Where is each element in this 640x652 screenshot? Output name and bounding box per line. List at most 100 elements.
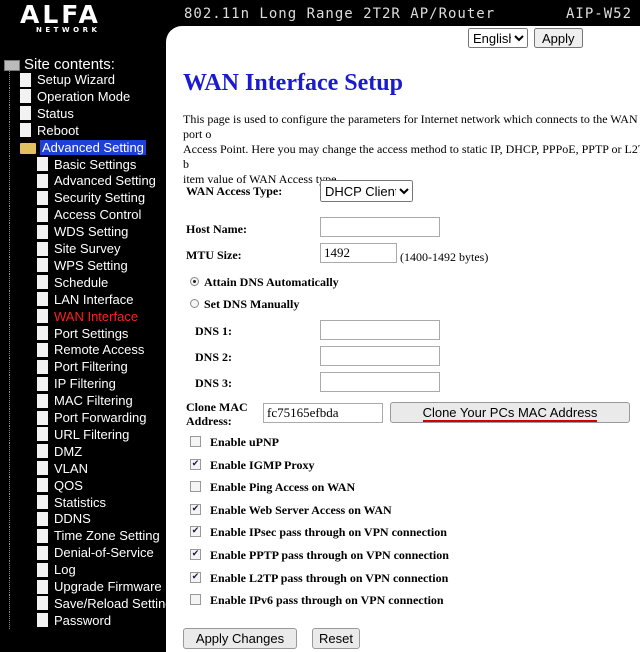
- tree-connector: [9, 510, 11, 528]
- sidebar-item[interactable]: Denial-of-Service: [9, 544, 154, 562]
- sidebar-item-label: WDS Setting: [54, 224, 129, 240]
- sidebar-item[interactable]: Schedule: [9, 273, 108, 291]
- sidebar-item-label: DMZ: [54, 443, 83, 459]
- clone-mac-input[interactable]: fc75165efbda: [263, 403, 383, 423]
- tree-connector: [9, 121, 11, 139]
- document-icon: [37, 359, 48, 374]
- sidebar-item[interactable]: Remote Access: [9, 341, 144, 359]
- language-apply-button[interactable]: Apply: [534, 28, 583, 48]
- sidebar-item[interactable]: DMZ: [9, 442, 83, 460]
- option-checkbox[interactable]: [190, 594, 201, 606]
- sidebar-item[interactable]: Port Forwarding: [9, 409, 147, 426]
- option-checkbox[interactable]: ✔: [190, 549, 201, 560]
- sidebar-item[interactable]: WPS Setting: [9, 256, 128, 274]
- dns-manual-label: Set DNS Manually: [204, 297, 300, 311]
- option-checkbox-label: Enable Ping Access on WAN: [210, 480, 356, 495]
- option-checkbox[interactable]: [190, 481, 201, 493]
- tree-connector: [9, 425, 11, 443]
- tree-connector: [9, 290, 11, 308]
- description-line-1: This page is used to configure the param…: [183, 112, 638, 141]
- dns1-input[interactable]: [320, 320, 440, 340]
- sidebar-item-label: Reboot: [37, 122, 79, 138]
- sidebar-item[interactable]: Time Zone Setting: [9, 527, 160, 545]
- sidebar-item[interactable]: LAN Interface: [9, 290, 134, 308]
- tree-connector: [9, 358, 11, 376]
- sidebar-item[interactable]: Log: [9, 561, 76, 579]
- dns2-input[interactable]: [320, 346, 440, 366]
- document-icon: [37, 224, 48, 239]
- option-checkbox[interactable]: ✔: [190, 526, 201, 538]
- document-icon: [37, 596, 48, 611]
- document-icon: [37, 173, 48, 188]
- mtu-size-label: MTU Size:: [186, 248, 242, 262]
- dns1-label: DNS 1:: [195, 324, 233, 338]
- sidebar-item[interactable]: Advanced Setting: [9, 172, 156, 190]
- sidebar-item-label: Advanced Setting: [40, 139, 146, 155]
- sidebar-item-label: Time Zone Setting: [54, 528, 160, 544]
- sidebar-item[interactable]: Security Setting: [9, 189, 146, 207]
- dns2-label: DNS 2:: [195, 350, 233, 364]
- host-name-input[interactable]: [320, 217, 440, 237]
- document-icon: [37, 495, 48, 510]
- language-select[interactable]: English: [468, 28, 528, 48]
- sidebar-item[interactable]: Setup Wizard: [9, 71, 115, 88]
- sidebar-item-label: Port Forwarding: [54, 410, 147, 425]
- tree-connector: [9, 240, 11, 257]
- document-icon: [37, 427, 48, 442]
- tree-connector: [9, 71, 11, 88]
- sidebar-item[interactable]: Reboot: [9, 121, 79, 139]
- document-icon: [37, 190, 48, 205]
- option-checkbox[interactable]: ✔: [190, 458, 201, 470]
- tree-connector: [9, 476, 11, 494]
- tree-connector: [9, 409, 11, 426]
- dns-auto-radio[interactable]: [190, 277, 199, 286]
- sidebar-item[interactable]: DDNS: [9, 510, 91, 528]
- sidebar-item[interactable]: Save/Reload Setting: [9, 594, 173, 612]
- option-checkbox[interactable]: ✔: [190, 571, 201, 583]
- option-checkbox[interactable]: [190, 436, 201, 447]
- sidebar-item[interactable]: Upgrade Firmware: [9, 578, 162, 595]
- sidebar-item[interactable]: Port Filtering: [9, 358, 128, 376]
- document-icon: [37, 613, 48, 628]
- main-content: English Apply WAN Interface Setup This p…: [166, 26, 640, 652]
- sidebar-item[interactable]: VLAN: [9, 459, 88, 477]
- sidebar: Site contents: Setup Wizard Operation Mod…: [0, 34, 173, 652]
- document-icon: [37, 528, 48, 543]
- sidebar-item[interactable]: Password: [9, 611, 111, 629]
- sidebar-item[interactable]: WAN Interface: [9, 307, 138, 325]
- sidebar-item[interactable]: Port Settings: [9, 324, 128, 342]
- sidebar-item[interactable]: Statistics: [9, 493, 106, 511]
- sidebar-item-label: URL Filtering: [54, 426, 130, 442]
- apply-changes-button[interactable]: Apply Changes: [183, 628, 297, 649]
- dns-manual-radio[interactable]: [190, 299, 199, 308]
- sidebar-item[interactable]: QOS: [9, 476, 83, 494]
- sidebar-item[interactable]: WDS Setting: [9, 223, 129, 241]
- wan-access-type-select[interactable]: DHCP Client: [320, 180, 413, 202]
- sidebar-item[interactable]: MAC Filtering: [9, 392, 133, 410]
- reset-button[interactable]: Reset: [312, 628, 360, 649]
- sidebar-item-label: Site Survey: [54, 241, 121, 256]
- mtu-size-input[interactable]: 1492: [320, 243, 397, 263]
- sidebar-item[interactable]: IP Filtering: [9, 375, 116, 393]
- option-checkbox[interactable]: ✔: [190, 503, 201, 515]
- sidebar-item[interactable]: Basic Settings: [9, 155, 136, 173]
- document-icon: [20, 72, 31, 87]
- sidebar-item[interactable]: URL Filtering: [9, 425, 130, 443]
- tree-connector: [9, 594, 11, 612]
- sidebar-item[interactable]: Site Survey: [9, 240, 121, 257]
- clone-mac-button[interactable]: Clone Your PCs MAC Address: [390, 402, 630, 423]
- page-description: This page is used to configure the param…: [183, 112, 640, 187]
- sidebar-item-label: Advanced Setting: [54, 173, 156, 189]
- sidebar-item-label: Access Control: [54, 207, 142, 223]
- sidebar-item[interactable]: Access Control: [9, 206, 142, 224]
- sidebar-item-label: Save/Reload Setting: [54, 595, 173, 611]
- sidebar-item-label: Security Setting: [54, 190, 146, 206]
- tree-connector: [9, 341, 11, 359]
- document-icon: [37, 207, 48, 222]
- dns3-input[interactable]: [320, 372, 440, 392]
- sidebar-item[interactable]: Operation Mode: [9, 87, 130, 105]
- sidebar-item[interactable]: Status: [9, 104, 74, 122]
- sidebar-item[interactable]: Advanced Setting: [9, 138, 146, 156]
- sidebar-item-label: Log: [54, 562, 76, 578]
- dns-auto-label: Attain DNS Automatically: [204, 275, 339, 289]
